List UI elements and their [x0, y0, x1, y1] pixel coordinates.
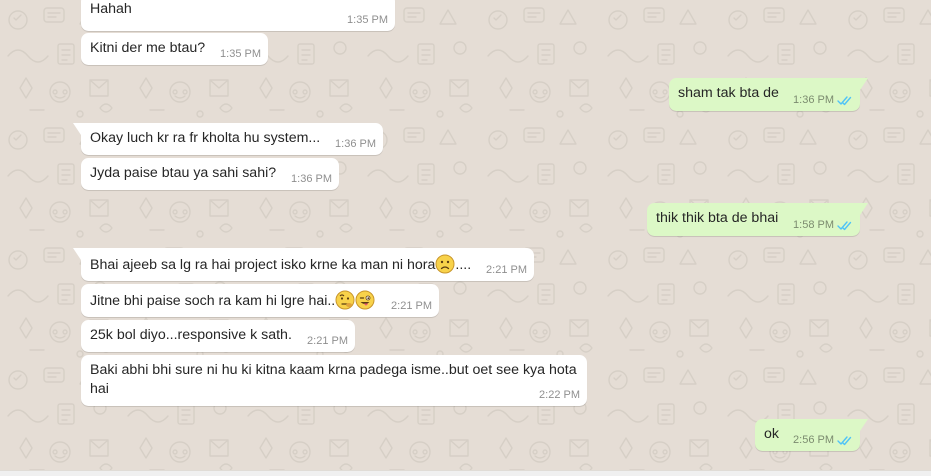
message-meta: 1:36 PM: [793, 93, 853, 108]
bubble-tail: [860, 203, 868, 215]
message-text: 25k bol diyo...responsive k sath.: [90, 327, 292, 343]
message-meta: 2:56 PM: [793, 433, 853, 448]
face-with-raised-eyebrow-emoji-icon: [335, 290, 355, 310]
message-meta: 1:35 PM: [347, 13, 388, 28]
message-text: Okay luch kr ra fr kholta hu system...: [90, 130, 321, 146]
message-time: 1:36 PM: [793, 94, 834, 106]
winking-face-with-tongue-emoji-icon: [355, 290, 375, 310]
message-time: 2:22 PM: [539, 389, 580, 401]
message-time: 1:35 PM: [347, 14, 388, 26]
message-text: ok: [764, 426, 779, 442]
message-text-part: Jitne bhi paise soch ra kam hi lgre hai.…: [90, 293, 336, 309]
double-check-read-icon: [837, 436, 852, 446]
incoming-message[interactable]: Kitni der me btau? 1:35 PM: [81, 33, 268, 65]
outgoing-message[interactable]: ok 2:56 PM: [755, 419, 868, 451]
message-meta: 2:22 PM: [539, 388, 580, 403]
message-time: 2:21 PM: [307, 335, 348, 347]
incoming-message[interactable]: Jitne bhi paise soch ra kam hi lgre hai.…: [81, 284, 439, 317]
bubble-tail: [860, 78, 868, 90]
incoming-message[interactable]: 25k bol diyo...responsive k sath. 2:21 P…: [81, 320, 355, 352]
double-check-read-icon: [837, 221, 852, 231]
message-text: sham tak bta de: [678, 85, 779, 101]
message-text: Baki abhi bhi sure ni hu ki kitna kaam k…: [90, 362, 581, 397]
bubble-tail: [73, 248, 81, 260]
message-text: Jyda paise btau ya sahi sahi?: [90, 165, 277, 181]
outgoing-message[interactable]: sham tak bta de 1:36 PM: [669, 78, 868, 111]
outgoing-message[interactable]: thik thik bta de bhai 1:58 PM: [647, 203, 868, 236]
incoming-message[interactable]: Hahah 1:35 PM: [81, 0, 395, 31]
message-text-part: Bhai ajeeb sa lg ra hai project isko krn…: [90, 257, 436, 273]
message-time: 2:56 PM: [793, 434, 834, 446]
message-meta: 2:21 PM: [307, 334, 348, 349]
incoming-message[interactable]: Jyda paise btau ya sahi sahi? 1:36 PM: [81, 158, 339, 190]
message-time: 1:58 PM: [793, 219, 834, 231]
message-meta: 1:36 PM: [335, 137, 376, 152]
bubble-tail: [860, 419, 868, 431]
double-check-read-icon: [837, 96, 852, 106]
composer-bar-edge: [0, 470, 931, 476]
incoming-message[interactable]: Okay luch kr ra fr kholta hu system... 1…: [73, 123, 383, 155]
message-text: Hahah: [90, 1, 132, 17]
message-time: 1:35 PM: [220, 48, 261, 60]
message-meta: 2:21 PM: [486, 263, 527, 278]
message-text: Jitne bhi paise soch ra kam hi lgre hai.…: [90, 290, 375, 310]
incoming-message[interactable]: Baki abhi bhi sure ni hu ki kitna kaam k…: [81, 355, 587, 406]
slightly-frowning-face-emoji-icon: [435, 254, 455, 274]
message-time: 1:36 PM: [291, 173, 332, 185]
message-time: 1:36 PM: [335, 138, 376, 150]
message-meta: 1:58 PM: [793, 218, 853, 233]
message-meta: 2:21 PM: [391, 299, 432, 314]
bubble-tail: [73, 123, 81, 135]
message-text: Bhai ajeeb sa lg ra hai project isko krn…: [90, 254, 472, 274]
message-text: Kitni der me btau?: [90, 40, 206, 56]
message-meta: 1:35 PM: [220, 47, 261, 62]
message-meta: 1:36 PM: [291, 172, 332, 187]
message-time: 2:21 PM: [391, 300, 432, 312]
message-time: 2:21 PM: [486, 264, 527, 276]
message-text-part: ....: [455, 257, 472, 273]
message-text: thik thik bta de bhai: [656, 210, 779, 226]
incoming-message[interactable]: Bhai ajeeb sa lg ra hai project isko krn…: [73, 248, 534, 281]
